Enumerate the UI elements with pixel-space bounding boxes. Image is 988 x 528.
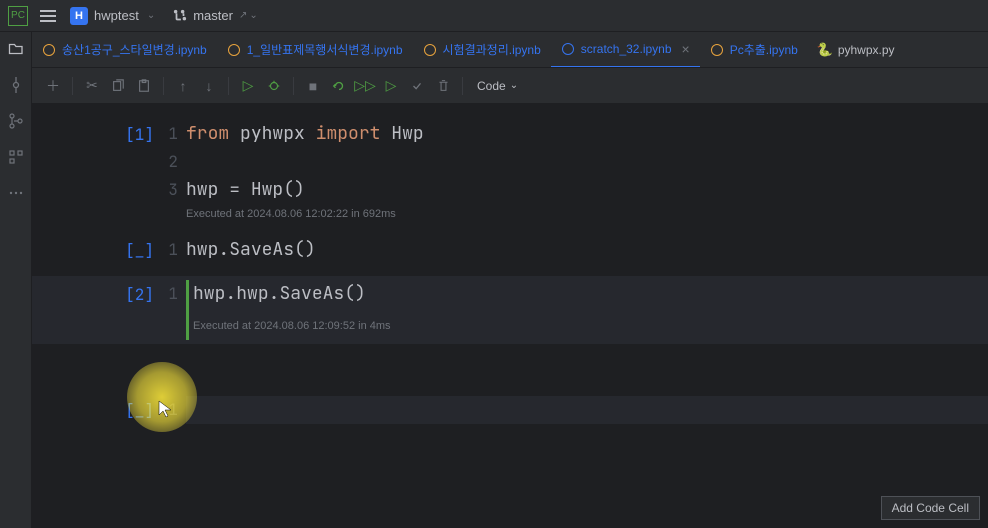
copy-button[interactable] xyxy=(107,75,129,97)
line-number: 3 xyxy=(162,176,186,204)
jupyter-icon xyxy=(710,43,724,57)
run-selected-button[interactable]: ▷ xyxy=(380,75,402,97)
line-number: 2 xyxy=(162,148,186,176)
project-badge: H xyxy=(70,7,88,25)
branch-name[interactable]: master xyxy=(193,8,233,23)
cell-exec-label: [2] xyxy=(125,284,154,305)
cell-exec-label: [1] xyxy=(125,124,154,145)
tab-file-3[interactable]: scratch_32.ipynb× xyxy=(551,32,700,68)
main-menu-button[interactable] xyxy=(40,10,56,22)
add-code-cell-button[interactable]: Add Code Cell xyxy=(881,496,980,520)
code-cell[interactable]: [_] 1 hwp.SaveAs() xyxy=(32,232,988,268)
tab-file-1[interactable]: 1_일반표제목행서식변경.ipynb xyxy=(217,32,413,68)
exec-info: Executed at 2024.08.06 12:02:22 in 692ms xyxy=(186,208,396,220)
cell-exec-label: [_] xyxy=(125,400,154,421)
vcs-icon[interactable] xyxy=(7,112,25,130)
paste-button[interactable] xyxy=(133,75,155,97)
notebook-toolbar: ＋ ✂ ↑ ↓ ▷ ■ ▷▷ ▷ Code⌄ xyxy=(32,68,988,104)
debug-cell-button[interactable] xyxy=(263,75,285,97)
left-sidebar xyxy=(0,32,32,528)
restart-button[interactable] xyxy=(328,75,350,97)
run-all-button[interactable]: ▷▷ xyxy=(354,75,376,97)
jupyter-icon xyxy=(561,42,575,56)
commit-icon[interactable] xyxy=(7,76,25,94)
top-bar: PC H hwptest ⌄ master ↗ ⌄ xyxy=(0,0,988,32)
move-down-button[interactable]: ↓ xyxy=(198,75,220,97)
cut-button[interactable]: ✂ xyxy=(81,75,103,97)
line-number: 1 xyxy=(162,396,186,424)
branch-sync-icon[interactable]: ↗ xyxy=(239,10,247,21)
python-icon: 🐍 xyxy=(818,43,832,57)
line-number: 1 xyxy=(162,280,186,340)
modified-indicator xyxy=(186,280,189,340)
clear-output-button[interactable] xyxy=(406,75,428,97)
project-name[interactable]: hwptest xyxy=(94,8,139,23)
code-cell[interactable]: [_] 1 xyxy=(32,392,988,428)
close-icon[interactable]: × xyxy=(682,41,690,57)
stop-button[interactable]: ■ xyxy=(302,75,324,97)
jupyter-icon xyxy=(423,43,437,57)
pycharm-icon: PC xyxy=(8,6,28,26)
more-icon[interactable] xyxy=(7,184,25,202)
exec-info: Executed at 2024.08.06 12:09:52 in 4ms xyxy=(193,312,988,340)
branch-icon xyxy=(173,9,187,23)
cell-exec-label: [_] xyxy=(125,240,154,261)
run-cell-button[interactable]: ▷ xyxy=(237,75,259,97)
project-chevron-icon[interactable]: ⌄ xyxy=(147,10,155,21)
tab-file-4[interactable]: Pc추출.ipynb xyxy=(700,32,808,68)
tab-file-5[interactable]: 🐍pyhwpx.py xyxy=(808,32,905,68)
folder-icon[interactable] xyxy=(7,40,25,58)
structure-icon[interactable] xyxy=(7,148,25,166)
cell-type-dropdown[interactable]: Code⌄ xyxy=(471,79,524,93)
move-up-button[interactable]: ↑ xyxy=(172,75,194,97)
tab-file-0[interactable]: 송산1공구_스타일변경.ipynb xyxy=(32,32,217,68)
tab-file-2[interactable]: 시험결과정리.ipynb xyxy=(413,32,551,68)
delete-cell-button[interactable] xyxy=(432,75,454,97)
jupyter-icon xyxy=(227,43,241,57)
line-number: 1 xyxy=(162,236,186,264)
code-cell[interactable]: [2] 1 hwp.hwp.SaveAs() Executed at 2024.… xyxy=(32,276,988,344)
jupyter-icon xyxy=(42,43,56,57)
add-cell-button[interactable]: ＋ xyxy=(42,75,64,97)
tabs-bar: 송산1공구_스타일변경.ipynb 1_일반표제목행서식변경.ipynb 시험결… xyxy=(32,32,988,68)
code-cell[interactable]: [1] 1 from pyhwpx import Hwp 2 3 xyxy=(32,116,988,224)
line-number: 1 xyxy=(162,120,186,148)
branch-chevron-icon[interactable]: ⌄ xyxy=(249,10,257,21)
notebook-area[interactable]: [1] 1 from pyhwpx import Hwp 2 3 xyxy=(32,104,988,528)
